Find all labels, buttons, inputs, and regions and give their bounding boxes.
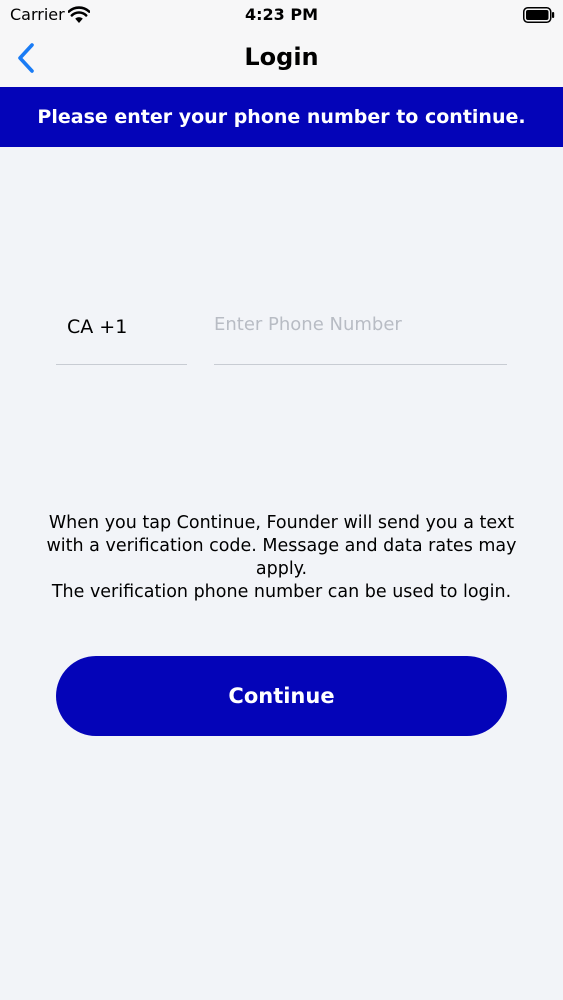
instruction-banner: Please enter your phone number to contin… [0, 87, 563, 147]
disclaimer-login-note: The verification phone number can be use… [51, 582, 512, 602]
country-code-selector[interactable]: CA +1 [56, 300, 187, 365]
disclaimer-text: When you tap Continue, Founder will send… [46, 513, 517, 579]
verification-disclaimer: When you tap Continue, Founder will send… [30, 512, 533, 604]
page-title: Login [244, 43, 319, 71]
battery-icon [523, 7, 555, 27]
navigation-bar: Login [0, 30, 563, 87]
status-bar: Carrier 4:23 PM [0, 0, 563, 30]
banner-text: Please enter your phone number to contin… [37, 106, 526, 128]
phone-number-field [214, 300, 507, 365]
status-time: 4:23 PM [244, 5, 318, 24]
country-code-label: CA +1 [67, 316, 128, 338]
phone-number-input[interactable] [214, 308, 504, 340]
continue-button[interactable]: Continue [56, 656, 507, 736]
